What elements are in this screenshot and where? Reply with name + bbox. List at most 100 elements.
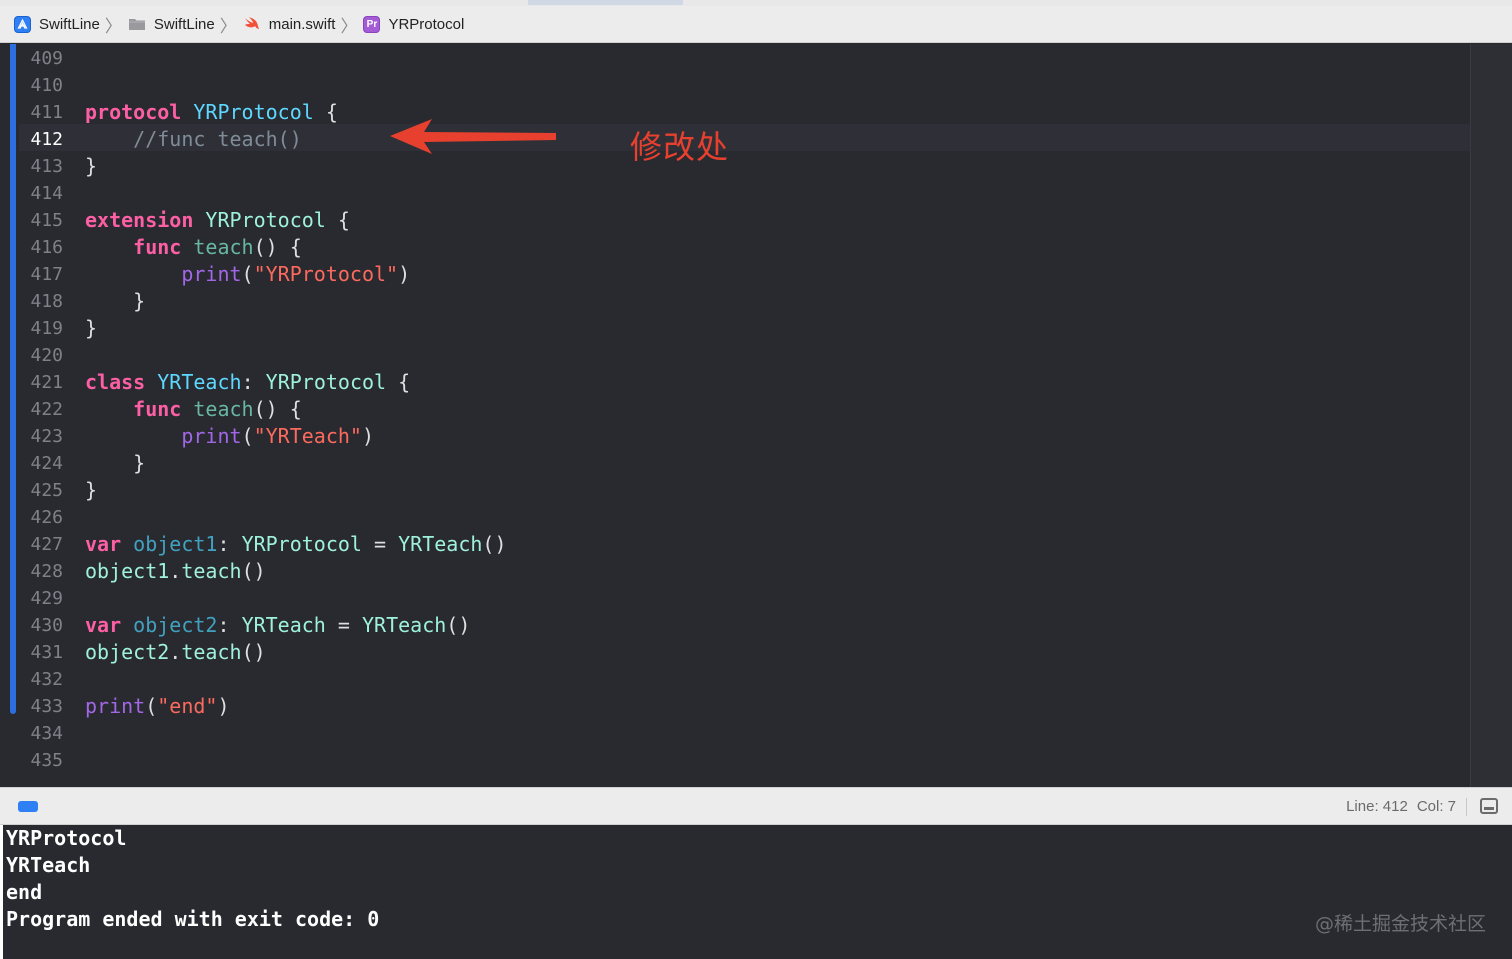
code-token: extension	[85, 208, 194, 232]
code-token: print	[85, 694, 146, 718]
line-number[interactable]: 426	[17, 504, 63, 531]
breadcrumb-file[interactable]: main.swift	[243, 6, 335, 42]
line-number[interactable]: 434	[17, 720, 63, 747]
code-token: }	[85, 316, 98, 340]
code-token: () {	[253, 235, 302, 259]
line-number[interactable]: 435	[17, 747, 63, 774]
line-number[interactable]: 413	[17, 153, 63, 180]
code-token: }	[85, 154, 98, 178]
code-token: YRTeach	[157, 370, 242, 394]
line-number[interactable]: 430	[17, 612, 63, 639]
breadcrumb-project[interactable]: SwiftLine	[14, 6, 100, 42]
code-token: =	[325, 613, 362, 637]
line-number[interactable]: 427	[17, 531, 63, 558]
minimap-scroll-track[interactable]	[1470, 44, 1512, 787]
code-line[interactable]: protocol YRProtocol {	[85, 99, 338, 126]
console-toggle-icon[interactable]	[1480, 798, 1498, 814]
line-number[interactable]: 428	[17, 558, 63, 585]
source-editor[interactable]: 409 410 411 412 413 414 415 416 417 418 419 420 421 4…	[3, 44, 1512, 787]
line-number[interactable]: 432	[17, 666, 63, 693]
line-number[interactable]: 420	[17, 342, 63, 369]
code-line[interactable]: class YRTeach: YRProtocol {	[85, 369, 410, 396]
breakpoints-toggle-icon[interactable]	[18, 801, 38, 812]
breadcrumb-separator: 〉	[340, 16, 358, 36]
code-line[interactable]: //func teach()	[85, 126, 302, 153]
line-number[interactable]: 425	[17, 477, 63, 504]
line-number[interactable]: 415	[17, 207, 63, 234]
line-number[interactable]: 412	[17, 126, 63, 153]
code-line[interactable]: extension YRProtocol {	[85, 207, 350, 234]
code-token: .	[169, 640, 182, 664]
code-token: YRTeach	[241, 613, 326, 637]
jump-bar-breadcrumb: SwiftLine 〉 SwiftLine 〉 main.swift 〉 Pr …	[0, 6, 1512, 43]
breadcrumb-group[interactable]: SwiftLine	[128, 6, 215, 42]
code-token: protocol	[85, 100, 182, 124]
code-line[interactable]: }	[85, 477, 97, 504]
code-token: (	[241, 424, 254, 448]
code-token: (	[145, 694, 158, 718]
line-number[interactable]: 424	[17, 450, 63, 477]
code-token: ()	[482, 532, 507, 556]
line-number[interactable]: 419	[17, 315, 63, 342]
code-token: :	[217, 613, 242, 637]
col-indicator: Col: 7	[1416, 798, 1456, 815]
code-token: class	[85, 370, 146, 394]
code-line[interactable]: print("end")	[85, 693, 230, 720]
folder-icon	[128, 16, 146, 33]
source-control-change-bar[interactable]	[10, 44, 16, 714]
code-token: object1	[85, 559, 170, 583]
line-number[interactable]: 431	[17, 639, 63, 666]
breadcrumb-symbol[interactable]: Pr YRProtocol	[363, 6, 464, 42]
code-line[interactable]: var object2: YRTeach = YRTeach()	[85, 612, 470, 639]
code-token: object2	[133, 613, 218, 637]
code-line[interactable]: func teach() {	[85, 396, 302, 423]
line-number[interactable]: 421	[17, 369, 63, 396]
code-token: ()	[241, 640, 266, 664]
code-line[interactable]: }	[85, 288, 145, 315]
code-token: object2	[85, 640, 170, 664]
line-number[interactable]: 411	[17, 99, 63, 126]
line-number[interactable]: 422	[17, 396, 63, 423]
code-token: )	[398, 262, 411, 286]
code-token: {	[325, 208, 350, 232]
code-token: teach	[181, 640, 242, 664]
code-line[interactable]: }	[85, 450, 145, 477]
code-line[interactable]: print("YRProtocol")	[85, 261, 410, 288]
code-token: print	[181, 424, 242, 448]
line-number[interactable]: 410	[17, 72, 63, 99]
code-token: .	[169, 559, 182, 583]
annotation-label: 修改处	[630, 128, 730, 166]
code-token: //func teach()	[85, 127, 302, 151]
xcode-project-icon	[14, 15, 31, 33]
breadcrumb-label: YRProtocol	[388, 15, 465, 33]
code-token: {	[386, 370, 411, 394]
code-line[interactable]: var object1: YRProtocol = YRTeach()	[85, 531, 507, 558]
code-line[interactable]: print("YRTeach")	[85, 423, 374, 450]
code-token: :	[241, 370, 266, 394]
line-number[interactable]: 423	[17, 423, 63, 450]
line-number[interactable]: 409	[17, 45, 63, 72]
code-line[interactable]: }	[85, 315, 97, 342]
line-number[interactable]: 433	[17, 693, 63, 720]
line-number[interactable]: 416	[17, 234, 63, 261]
console-output[interactable]: YRProtocol YRTeach end Program ended wit…	[0, 825, 1512, 959]
console-line: YRProtocol	[6, 826, 127, 850]
code-line[interactable]: func teach() {	[85, 234, 302, 261]
line-number[interactable]: 418	[17, 288, 63, 315]
breadcrumb-label: SwiftLine	[153, 15, 215, 33]
code-line[interactable]: object1.teach()	[85, 558, 266, 585]
code-token: }	[85, 289, 146, 313]
code-line[interactable]: object2.teach()	[85, 639, 266, 666]
code-line[interactable]: }	[85, 153, 97, 180]
code-token: print	[181, 262, 242, 286]
line-number[interactable]: 414	[17, 180, 63, 207]
console-line: end	[6, 880, 43, 904]
line-number[interactable]: 429	[17, 585, 63, 612]
code-token: teach	[193, 397, 254, 421]
line-number[interactable]: 417	[17, 261, 63, 288]
line-indicator: Line: 412	[1346, 798, 1408, 815]
